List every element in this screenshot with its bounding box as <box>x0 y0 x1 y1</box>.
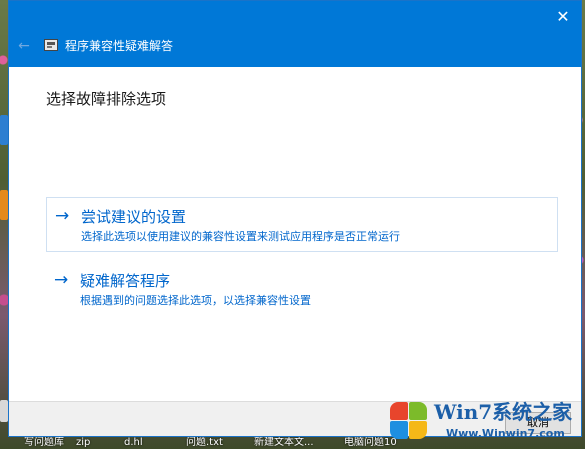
troubleshooter-app-icon <box>44 39 58 51</box>
desktop-label[interactable]: 问题.txt <box>186 437 223 449</box>
main-content: 选择故障排除选项 → 尝试建议的设置 选择此选项以使用建议的兼容性设置来测试应用… <box>9 67 581 401</box>
right-arrow-icon: → <box>54 270 69 290</box>
option-title: 尝试建议的设置 <box>81 208 187 226</box>
site-watermark: Win7系统之家 Www.Winwin7.com <box>388 398 585 444</box>
desktop-shortcut-icon[interactable] <box>0 400 8 422</box>
desktop-label[interactable]: 新建文本文... <box>254 437 314 449</box>
page-heading: 选择故障排除选项 <box>46 90 167 108</box>
watermark-brand: Win7系统之家 <box>434 400 573 424</box>
compatibility-troubleshooter-dialog: ✕ ← 程序兼容性疑难解答 选择故障排除选项 → 尝试建议的设置 选择此选项以使… <box>8 0 582 437</box>
desktop-label[interactable]: d.hl <box>124 437 143 449</box>
option-title: 疑难解答程序 <box>80 272 171 290</box>
desktop-shortcut-icon[interactable] <box>0 190 8 220</box>
troubleshoot-program-option[interactable]: → 疑难解答程序 根据遇到的问题选择此选项，以选择兼容性设置 <box>46 262 558 317</box>
back-arrow-icon[interactable]: ← <box>15 37 33 55</box>
right-arrow-icon: → <box>55 206 70 226</box>
try-recommended-settings-option[interactable]: → 尝试建议的设置 选择此选项以使用建议的兼容性设置来测试应用程序是否正常运行 <box>46 197 558 252</box>
title-bar: ✕ ← 程序兼容性疑难解答 <box>9 1 581 67</box>
close-button[interactable]: ✕ <box>551 5 575 29</box>
option-description: 选择此选项以使用建议的兼容性设置来测试应用程序是否正常运行 <box>81 230 400 243</box>
desktop-label[interactable]: zip <box>76 437 90 449</box>
window-title: 程序兼容性疑难解答 <box>65 39 174 53</box>
desktop-shortcut-icon[interactable] <box>0 115 8 145</box>
windows-logo-icon <box>388 400 428 440</box>
option-description: 根据遇到的问题选择此选项，以选择兼容性设置 <box>80 294 311 307</box>
watermark-url: Www.Winwin7.com <box>446 427 565 440</box>
desktop-label[interactable]: 写问题库 <box>24 437 64 449</box>
